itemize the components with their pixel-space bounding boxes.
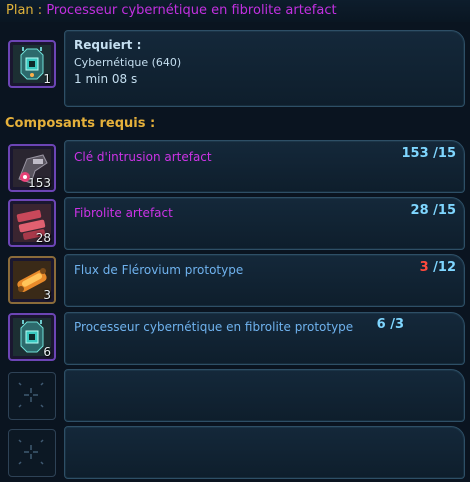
- empty-component-slot-6: [8, 429, 56, 477]
- component-qty-1: 153 /15: [401, 146, 456, 161]
- component-qty-3: 3 /12: [419, 260, 456, 275]
- plan-item-count: 1: [43, 72, 51, 86]
- component-slot-2[interactable]: 28: [8, 199, 56, 247]
- component-slot-1[interactable]: 153: [8, 144, 56, 192]
- component-count-2: 28: [35, 231, 51, 245]
- component-name-4: Processeur cybernétique en fibrolite pro…: [74, 320, 354, 334]
- component-name-2: Fibrolite artefact: [74, 206, 173, 220]
- components-title: Composants requis :: [5, 116, 156, 131]
- empty-component-slot-5: [8, 372, 56, 420]
- component-row-2[interactable]: [64, 197, 465, 250]
- component-slot-3[interactable]: 3: [8, 256, 56, 304]
- empty-slot-crosshair-icon: [18, 439, 44, 465]
- plan-title-bar: Plan : Processeur cybernétique en fibrol…: [0, 0, 470, 22]
- craft-time: 1 min 08 s: [74, 72, 138, 86]
- requires-label: Requiert :: [74, 38, 142, 52]
- component-count-1: 153: [28, 176, 51, 190]
- empty-slot-crosshair-icon: [18, 382, 44, 408]
- plan-name: Processeur cybernétique en fibrolite art…: [46, 3, 337, 18]
- plan-item-slot[interactable]: 1: [8, 40, 56, 88]
- component-name-1: Clé d'intrusion artefact: [74, 150, 212, 164]
- component-slot-4[interactable]: 6: [8, 313, 56, 361]
- component-count-4: 6: [43, 345, 51, 359]
- empty-component-row-6: [64, 426, 465, 479]
- component-name-3: Flux de Flérovium prototype: [74, 263, 244, 277]
- component-qty-4: 6 /3: [376, 317, 404, 332]
- component-count-3: 3: [43, 288, 51, 302]
- component-qty-2: 28 /15: [410, 203, 456, 218]
- required-skill: Cybernétique (640): [74, 56, 182, 69]
- plan-label: Plan :: [6, 3, 43, 18]
- empty-component-row-5: [64, 369, 465, 422]
- component-row-3[interactable]: [64, 254, 465, 307]
